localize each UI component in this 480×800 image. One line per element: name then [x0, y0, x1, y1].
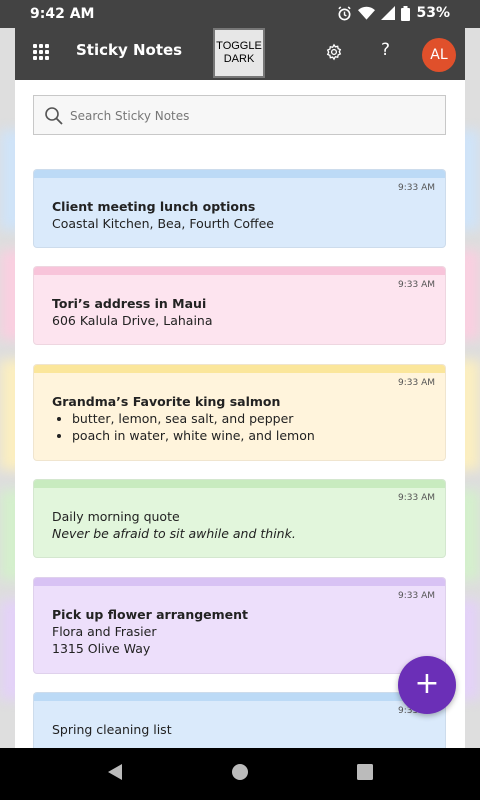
note-title: Pick up flower arrangement	[52, 607, 249, 622]
alarm-icon	[338, 5, 352, 20]
note-line: Flora and Frasier	[52, 624, 157, 639]
note-timestamp: 9:33 AM	[398, 493, 435, 503]
note-bullet: poach in water, white wine, and lemon	[72, 427, 427, 444]
battery-percent: 53%	[416, 5, 450, 21]
note-timestamp: 9:33 AM	[398, 591, 435, 601]
status-bar: 9:42 AM 53%	[0, 0, 480, 28]
app-title: Sticky Notes	[76, 41, 183, 59]
note-card[interactable]: 9:33 AM Daily morning quote Never be afr…	[33, 479, 446, 558]
back-icon[interactable]	[106, 762, 124, 782]
help-icon[interactable]: ?	[381, 40, 390, 60]
note-card[interactable]: 9:33 AM Grandma’s Favorite king salmon b…	[33, 364, 446, 461]
note-card[interactable]: 9:33 AM Spring cleaning list	[33, 692, 446, 748]
note-color-bar	[34, 578, 445, 586]
note-quote: Never be afraid to sit awhile and think.	[52, 526, 296, 541]
note-line: Daily morning quote	[52, 509, 180, 524]
note-color-bar	[34, 365, 445, 373]
status-icons: 53%	[337, 5, 450, 21]
toggle-dark-label-line1: TOGGLE	[216, 40, 262, 52]
note-bullet: butter, lemon, sea salt, and pepper	[72, 410, 427, 427]
note-color-bar	[34, 480, 445, 488]
avatar[interactable]: AL	[422, 38, 456, 72]
note-bullet-list: butter, lemon, sea salt, and pepper poac…	[52, 410, 427, 444]
status-time: 9:42 AM	[30, 6, 95, 22]
note-color-bar	[34, 170, 445, 178]
toggle-dark-button[interactable]: TOGGLE DARK	[213, 28, 265, 78]
note-line: 1315 Olive Way	[52, 641, 151, 656]
note-title: Grandma’s Favorite king salmon	[52, 394, 281, 409]
note-card[interactable]: 9:33 AM Tori’s address in Maui 606 Kalul…	[33, 266, 446, 345]
note-timestamp: 9:33 AM	[398, 280, 435, 290]
add-note-button[interactable]: +	[398, 656, 456, 714]
note-line: Coastal Kitchen, Bea, Fourth Coffee	[52, 216, 274, 231]
navigation-bar	[0, 748, 480, 800]
note-title: Tori’s address in Maui	[52, 296, 207, 311]
wifi-icon	[358, 6, 376, 20]
signal-icon	[381, 6, 396, 20]
home-icon[interactable]	[231, 762, 249, 782]
toggle-dark-label-line2: DARK	[223, 53, 255, 65]
note-line: 606 Kalula Drive, Lahaina	[52, 313, 213, 328]
search-box[interactable]	[33, 95, 446, 135]
search-icon	[45, 107, 63, 125]
gear-icon[interactable]	[325, 43, 343, 61]
note-card[interactable]: 9:33 AM Client meeting lunch options Coa…	[33, 169, 446, 248]
apps-grid-icon[interactable]	[33, 44, 49, 60]
app-panel: Sticky Notes TOGGLE DARK ? AL 9:33 AM Cl…	[15, 28, 465, 748]
battery-icon	[401, 5, 411, 21]
note-color-bar	[34, 267, 445, 275]
note-card[interactable]: 9:33 AM Pick up flower arrangement Flora…	[33, 577, 446, 674]
note-timestamp: 9:33 AM	[398, 378, 435, 388]
app-header: Sticky Notes TOGGLE DARK ? AL	[15, 28, 465, 80]
note-title: Client meeting lunch options	[52, 199, 256, 214]
recents-icon[interactable]	[356, 762, 374, 782]
note-line: Spring cleaning list	[52, 722, 172, 737]
search-input[interactable]	[68, 104, 432, 128]
note-timestamp: 9:33 AM	[398, 183, 435, 193]
note-color-bar	[34, 693, 445, 701]
